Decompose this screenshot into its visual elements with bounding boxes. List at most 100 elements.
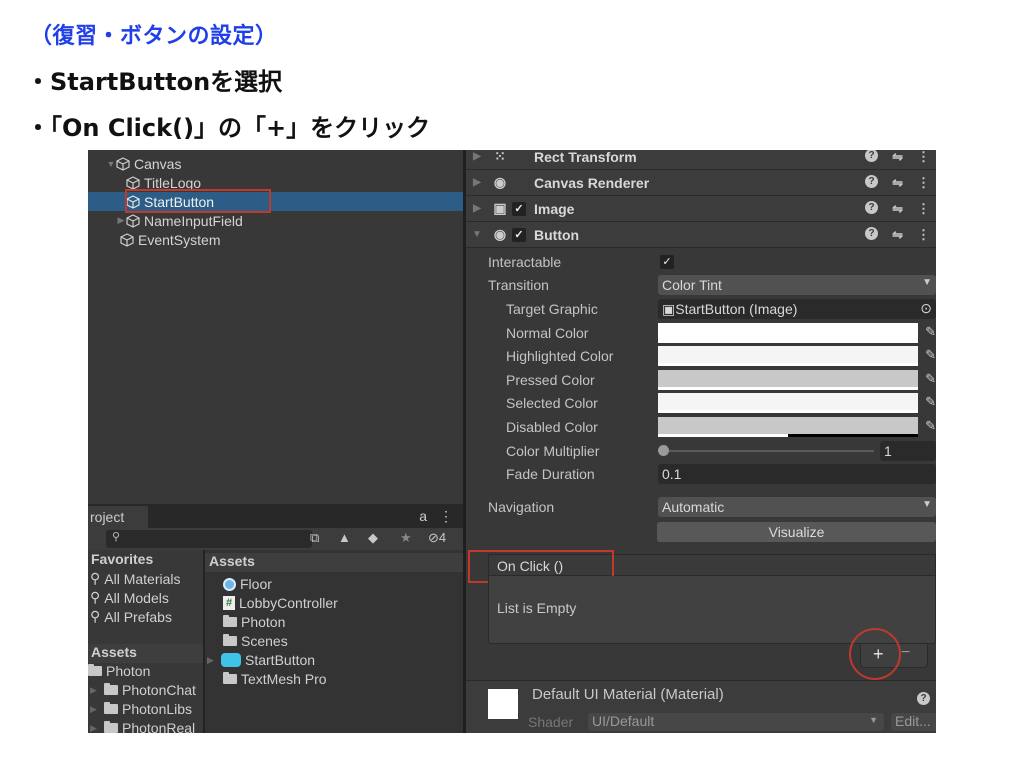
highlighted-color-swatch[interactable] (658, 346, 918, 366)
component-rect-transform[interactable]: ▶ ⁙ Rect Transform ? ⇋ ⋮ (466, 150, 936, 170)
shader-value: UI/Default (592, 713, 655, 729)
asset-scenes[interactable]: Scenes (223, 633, 288, 649)
shader-edit-button[interactable]: Edit... (891, 713, 936, 731)
more-menu-icon[interactable]: ⋮ (917, 227, 930, 243)
hidden-count: 4 (438, 530, 447, 545)
shader-label: Shader (528, 714, 574, 730)
expand-arrow-icon[interactable]: ▶ (90, 685, 100, 696)
project-toolbar: ⚲ ⧉ ▲ ◆ ★ ⊘4 (88, 528, 463, 550)
selected-color-swatch[interactable] (658, 393, 918, 413)
color-multiplier-field[interactable]: 1 (880, 441, 936, 461)
project-search-input[interactable]: ⚲ (106, 530, 312, 548)
more-menu-icon[interactable]: ⋮ (917, 175, 930, 191)
component-button[interactable]: ▼ ◉ ✓ Button ? ⇋ ⋮ (466, 222, 936, 248)
asset-lobbycontroller[interactable]: # LobbyController (223, 595, 338, 611)
expand-arrow-icon[interactable]: ▶ (90, 704, 100, 715)
prop-navigation: Navigation Automatic ▼ (466, 496, 936, 518)
tree-folder-photonchat[interactable]: ▶ PhotonChat (90, 682, 196, 698)
hierarchy-item-canvas[interactable]: ▼ Canvas (88, 154, 463, 173)
fade-duration-field[interactable]: 0.1 (658, 464, 936, 484)
favorite-all-prefabs[interactable]: ⚲ All Prefabs (90, 608, 172, 625)
enabled-checkbox[interactable]: ✓ (512, 201, 526, 216)
lock-icon[interactable]: a (419, 508, 427, 525)
presets-icon[interactable]: ⇋ (892, 201, 903, 217)
navigation-dropdown[interactable]: Automatic ▼ (658, 497, 936, 517)
disabled-color-swatch[interactable] (658, 417, 918, 437)
gameobject-cube-icon (116, 156, 130, 171)
enabled-checkbox[interactable]: ✓ (512, 227, 526, 242)
dropdown-arrow-icon: ▼ (922, 499, 932, 510)
asset-startbutton[interactable]: ▶ StartButton (207, 652, 315, 668)
hierarchy-item-eventsystem[interactable]: EventSystem (88, 230, 463, 249)
prop-label: Navigation (488, 499, 555, 515)
asset-photon[interactable]: Photon (223, 614, 285, 630)
material-preview (488, 689, 518, 719)
prop-label: Transition (488, 277, 549, 293)
list-empty-label: List is Empty (497, 600, 577, 616)
hierarchy-item-label: Canvas (134, 155, 182, 172)
expand-arrow-icon[interactable]: ▼ (106, 159, 116, 169)
component-image[interactable]: ▶ ▣ ✓ Image ? ⇋ ⋮ (466, 196, 936, 222)
normal-color-swatch[interactable] (658, 323, 918, 343)
more-menu-icon[interactable]: ⋮ (439, 508, 453, 525)
favorites-header: Favorites (91, 551, 154, 567)
tab-project[interactable]: roject (88, 506, 148, 528)
eyedropper-icon[interactable]: ✎ (925, 371, 936, 387)
dropdown-arrow-icon: ▼ (869, 715, 878, 725)
help-icon[interactable]: ? (865, 226, 879, 240)
tree-folder-photonlibs[interactable]: ▶ PhotonLibs (90, 701, 192, 717)
help-icon[interactable]: ? (917, 692, 930, 705)
color-multiplier-slider-track[interactable] (658, 450, 874, 452)
hierarchy-item-nameinputfield[interactable]: ▶ NameInputField (88, 211, 463, 230)
transition-dropdown[interactable]: Color Tint ▼ (658, 275, 936, 295)
visualize-button[interactable]: Visualize (657, 522, 936, 542)
eyedropper-icon[interactable]: ✎ (925, 324, 936, 340)
eyedropper-icon[interactable]: ✎ (925, 394, 936, 410)
expand-arrow-icon[interactable]: ▶ (116, 215, 126, 226)
prop-label: Color Multiplier (506, 443, 600, 459)
open-search-window-icon[interactable]: ⧉ (310, 530, 319, 546)
hidden-packages-icon[interactable]: ⊘4 (428, 530, 446, 546)
target-graphic-field[interactable]: ▣StartButton (Image) ⊙ (658, 299, 936, 319)
rect-transform-icon: ⁙ (494, 150, 506, 164)
favorite-label: All Materials (104, 570, 181, 587)
help-icon[interactable]: ? (865, 174, 879, 188)
unity-editor-screenshot: ▼ Canvas TitleLogo StartButton ▶ NameInp… (88, 150, 936, 733)
presets-icon[interactable]: ⇋ (892, 175, 903, 191)
pressed-color-swatch[interactable] (658, 370, 918, 390)
expand-arrow-icon[interactable]: ▶ (466, 177, 488, 188)
prop-disabled-color: Disabled Color ✎ (466, 416, 936, 438)
expand-arrow-icon[interactable]: ▶ (466, 151, 488, 162)
favorite-star-icon[interactable]: ★ (400, 530, 412, 546)
object-picker-icon[interactable]: ⊙ (920, 300, 932, 317)
asset-textmeshpro[interactable]: TextMesh Pro (223, 671, 327, 687)
more-menu-icon[interactable]: ⋮ (917, 201, 930, 217)
presets-icon[interactable]: ⇋ (892, 150, 903, 165)
assets-tree-header[interactable]: Assets (88, 644, 203, 663)
expand-arrow-icon[interactable]: ▶ (207, 655, 217, 666)
interactable-checkbox[interactable]: ✓ (660, 255, 674, 269)
more-menu-icon[interactable]: ⋮ (917, 150, 930, 165)
expand-arrow-icon[interactable]: ▶ (466, 203, 488, 214)
help-icon[interactable]: ? (865, 150, 879, 162)
eyedropper-icon[interactable]: ✎ (925, 418, 936, 434)
presets-icon[interactable]: ⇋ (892, 227, 903, 243)
favorite-all-materials[interactable]: ⚲ All Materials (90, 570, 181, 587)
prop-selected-color: Selected Color ✎ (466, 392, 936, 414)
tree-folder-photon[interactable]: Photon (88, 663, 150, 679)
help-icon[interactable]: ? (865, 200, 879, 214)
collapse-arrow-icon[interactable]: ▼ (466, 229, 488, 240)
filter-by-type-icon[interactable]: ▲ (338, 530, 351, 545)
shader-dropdown[interactable]: UI/Default ▼ (588, 713, 884, 731)
remove-event-minus-button[interactable]: − (901, 644, 910, 662)
eyedropper-icon[interactable]: ✎ (925, 347, 936, 363)
tree-folder-photonrealtime[interactable]: ▶ PhotonReal (90, 720, 195, 733)
component-canvas-renderer[interactable]: ▶ ◉ Canvas Renderer ? ⇋ ⋮ (466, 170, 936, 196)
prop-transition: Transition Color Tint ▼ (466, 274, 936, 296)
hierarchy-panel: ▼ Canvas TitleLogo StartButton ▶ NameInp… (88, 150, 463, 500)
asset-floor[interactable]: Floor (223, 576, 272, 592)
expand-arrow-icon[interactable]: ▶ (90, 723, 100, 734)
favorite-all-models[interactable]: ⚲ All Models (90, 589, 169, 606)
filter-by-label-icon[interactable]: ◆ (368, 530, 378, 546)
color-multiplier-slider-handle[interactable] (658, 445, 669, 456)
